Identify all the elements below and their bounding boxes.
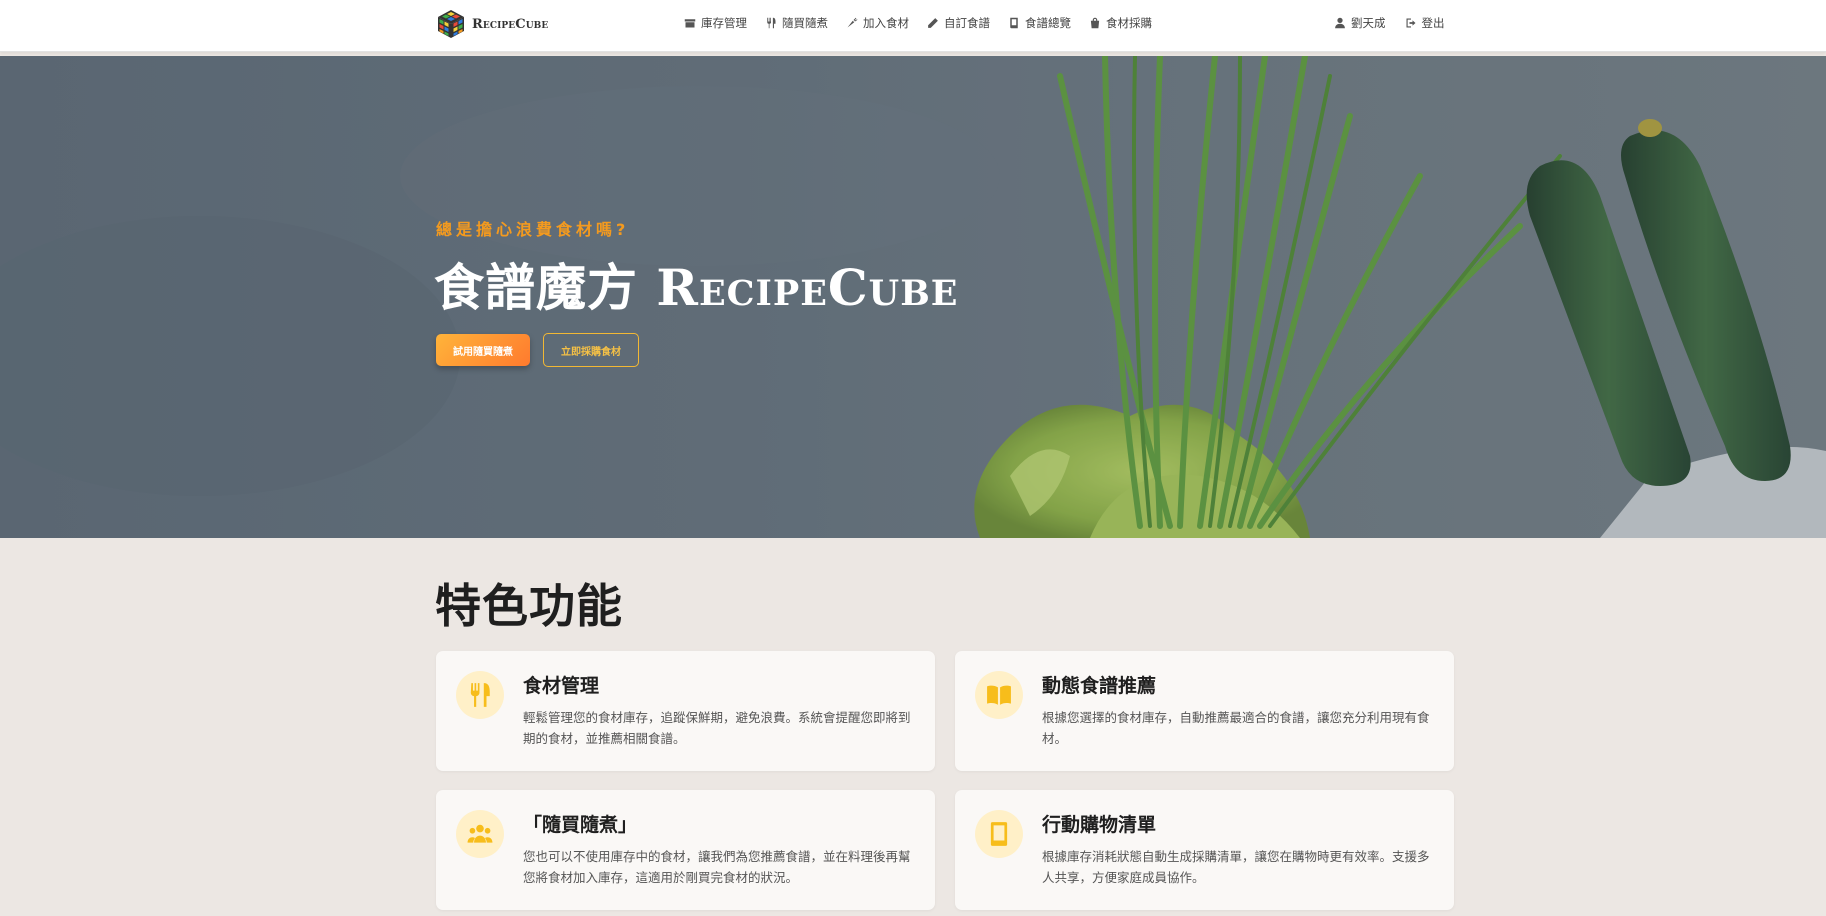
feature-card-description: 根據庫存消耗狀態自動生成採購清單，讓您在購物時更有效率。支援多人共享，方便家庭成… [1042,849,1430,885]
feature-card-ingredient-management: 食材管理 輕鬆管理您的食材庫存，追蹤保鮮期，避免浪費。系統會提醒您即將到期的食材… [436,651,935,771]
brand-link[interactable]: RecipeCube [436,9,548,39]
feature-card-description: 輕鬆管理您的食材庫存，追蹤保鮮期，避免浪費。系統會提醒您即將到期的食材，並推薦相… [523,710,911,746]
hero-eyebrow: 總是擔心浪費食材嗎? [436,220,630,239]
user-name: 劉天成 [1351,16,1386,30]
user-profile-link[interactable]: 劉天成 [1334,15,1386,31]
card-icon-circle [456,671,504,719]
nav-label: 庫存管理 [701,16,747,30]
nav-item-buy-and-cook[interactable]: 隨買隨煮 [765,15,828,31]
nav-item-shopping[interactable]: 食材採購 [1089,15,1152,31]
feature-card-title: 行動購物清單 [1042,814,1157,836]
book-icon [1010,17,1018,29]
box-icon [684,19,696,28]
mobile-phone-icon [990,822,1008,846]
nav-label: 食材採購 [1106,16,1152,30]
carrot-icon [847,17,858,28]
logout-link[interactable]: 登出 [1405,15,1445,31]
hero-title-cn: 食譜魔方 [434,258,638,317]
utensils-icon [767,17,776,29]
hero-title: 食譜魔方 RecipeCube [434,248,958,320]
feature-card-description: 您也可以不使用庫存中的食材，讓我們為您推薦食譜，並在料理後再幫您將食材加入庫存，… [523,849,911,885]
try-buy-and-cook-button[interactable]: 試用隨買隨煮 [436,334,530,366]
card-icon-circle [456,810,504,858]
users-icon [467,824,493,843]
feature-card-buy-and-cook: 「隨買隨煮」 您也可以不使用庫存中的食材，讓我們為您推薦食譜，並在料理後再幫您將… [436,790,935,910]
brand-name: RecipeCube [472,16,549,32]
nav-label: 隨買隨煮 [782,16,828,30]
feature-card-description: 根據您選擇的食材庫存，自動推薦最適合的食譜，讓您充分利用現有食材。 [1042,710,1430,746]
nav-label: 自訂食譜 [944,16,990,30]
logout-label: 登出 [1421,16,1445,30]
logout-icon [1406,18,1415,28]
nav-item-add-ingredient[interactable]: 加入食材 [846,15,909,31]
shopping-bag-icon [1090,17,1100,29]
card-icon-circle [975,810,1023,858]
feature-card-title: 動態食譜推薦 [1042,675,1157,697]
user-nav: 劉天成 登出 [1334,0,1464,46]
utensils-icon [470,683,490,707]
card-icon-circle [975,671,1023,719]
nav-item-custom-recipe[interactable]: 自訂食譜 [927,15,990,31]
open-book-icon [987,685,1011,705]
top-navbar: RecipeCube 庫存管理 隨買隨煮 加入食材 自訂食譜 食譜總覽 食材採購 [0,0,1826,52]
main-nav: 庫存管理 隨買隨煮 加入食材 自訂食譜 食譜總覽 食材採購 [684,0,1170,46]
feature-card-mobile-shopping-list: 行動購物清單 根據庫存消耗狀態自動生成採購清單，讓您在購物時更有效率。支援多人共… [955,790,1454,910]
features-section-title: 特色功能 [435,579,623,633]
nav-label: 食譜總覽 [1025,16,1071,30]
user-icon [1335,17,1345,29]
nav-item-recipe-overview[interactable]: 食譜總覽 [1008,15,1071,31]
pencil-icon [928,18,938,28]
nav-label: 加入食材 [863,16,909,30]
hero-banner: 總是擔心浪費食材嗎? 食譜魔方 RecipeCube 試用隨買隨煮 立即採購食材 [0,56,1826,538]
hero-title-en: RecipeCube [656,258,959,317]
shop-ingredients-button[interactable]: 立即採購食材 [543,333,639,367]
feature-card-title: 「隨買隨煮」 [523,814,638,836]
feature-card-recipe-recommendation: 動態食譜推薦 根據您選擇的食材庫存，自動推薦最適合的食譜，讓您充分利用現有食材。 [955,651,1454,771]
nav-item-inventory[interactable]: 庫存管理 [684,15,747,31]
feature-card-title: 食材管理 [523,675,600,697]
rubiks-cube-logo-icon [438,10,464,38]
